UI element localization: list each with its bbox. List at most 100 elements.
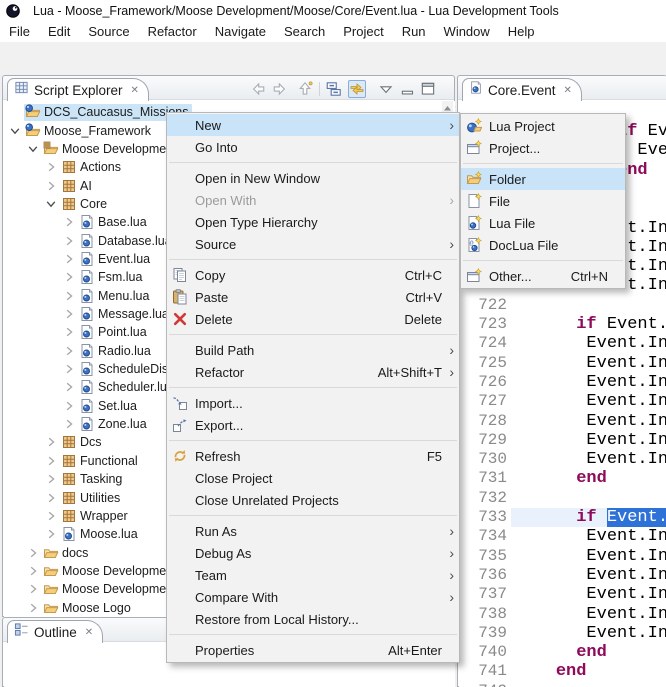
chevron-right-icon[interactable] <box>45 510 60 522</box>
tree-item-core[interactable]: Core <box>45 195 110 213</box>
tree-item-functional[interactable]: Functional <box>45 452 141 470</box>
chevron-right-icon[interactable] <box>45 492 60 504</box>
tab-core-event[interactable]: Core.Event ✕ <box>462 78 582 101</box>
chevron-right-icon[interactable] <box>27 565 42 577</box>
up-icon[interactable] <box>296 80 314 98</box>
menu-item-run-as[interactable]: Run As› <box>167 520 459 542</box>
tree-item-dcs-caucasus-missions[interactable]: DCS_Caucasus_Missions <box>9 103 192 121</box>
tree-item-database-lua[interactable]: Database.lua <box>63 231 175 249</box>
tree-item-message-lua[interactable]: Message.lua <box>63 305 172 323</box>
close-icon[interactable]: ✕ <box>85 627 93 638</box>
menubar-item-run[interactable]: Run <box>393 22 435 42</box>
menu-item-debug-as[interactable]: Debug As› <box>167 542 459 564</box>
chevron-down-icon[interactable] <box>27 143 42 155</box>
tree-item-moose-developme[interactable]: Moose Developme <box>27 562 169 580</box>
chevron-right-icon[interactable] <box>45 180 60 192</box>
menubar-item-refactor[interactable]: Refactor <box>139 22 206 42</box>
forward-arrow-icon[interactable] <box>272 80 290 98</box>
tree-item-utilities[interactable]: Utilities <box>45 488 123 506</box>
menubar-item-search[interactable]: Search <box>275 22 334 42</box>
menu-item-build-path[interactable]: Build Path› <box>167 339 459 361</box>
tree-item-base-lua[interactable]: Base.lua <box>63 213 150 231</box>
tree-item-fsm-lua[interactable]: Fsm.lua <box>63 268 145 286</box>
tree-item-radio-lua[interactable]: Radio.lua <box>63 342 154 360</box>
menubar-item-source[interactable]: Source <box>79 22 138 42</box>
chevron-right-icon[interactable] <box>63 326 78 338</box>
chevron-right-icon[interactable] <box>63 253 78 265</box>
menubar-item-project[interactable]: Project <box>334 22 392 42</box>
menu-item-team[interactable]: Team› <box>167 564 459 586</box>
chevron-right-icon[interactable] <box>63 345 78 357</box>
tree-item-moose-development[interactable]: Moose Development <box>27 140 180 158</box>
menubar-item-help[interactable]: Help <box>499 22 544 42</box>
back-arrow-icon[interactable] <box>248 80 266 98</box>
tab-script-explorer[interactable]: Script Explorer ✕ <box>7 78 149 101</box>
tree-item-dcs[interactable]: Dcs <box>45 433 105 451</box>
chevron-right-icon[interactable] <box>45 455 60 467</box>
menu-item-doclua-file[interactable]: @DocLua File <box>461 234 625 256</box>
tree-item-tasking[interactable]: Tasking <box>45 470 125 488</box>
menu-item-refactor[interactable]: RefactorAlt+Shift+T› <box>167 361 459 383</box>
minimize-icon[interactable] <box>399 80 417 98</box>
menu-item-paste[interactable]: PasteCtrl+V <box>167 286 459 308</box>
menu-item-delete[interactable]: DeleteDelete <box>167 308 459 330</box>
chevron-right-icon[interactable] <box>63 418 78 430</box>
tree-item-actions[interactable]: Actions <box>45 158 124 176</box>
menu-item-folder[interactable]: Folder <box>461 168 625 190</box>
menu-item-new[interactable]: New› <box>167 114 459 136</box>
link-with-editor-icon[interactable] <box>348 80 366 98</box>
tree-item-ai[interactable]: AI <box>45 176 95 194</box>
tree-item-zone-lua[interactable]: Zone.lua <box>63 415 150 433</box>
chevron-right-icon[interactable] <box>45 473 60 485</box>
chevron-right-icon[interactable] <box>27 602 42 614</box>
menu-item-open-with[interactable]: Open With› <box>167 189 459 211</box>
menu-item-copy[interactable]: CopyCtrl+C <box>167 264 459 286</box>
chevron-right-icon[interactable] <box>45 528 60 540</box>
tree-item-moose-logo[interactable]: Moose Logo <box>27 598 134 616</box>
menu-item-refresh[interactable]: RefreshF5 <box>167 445 459 467</box>
close-icon[interactable]: ✕ <box>564 85 572 96</box>
tree-item-scheduler-lua[interactable]: Scheduler.lua <box>63 378 177 396</box>
chevron-right-icon[interactable] <box>63 381 78 393</box>
chevron-right-icon[interactable] <box>63 290 78 302</box>
tree-item-moose-lua[interactable]: Moose.lua <box>45 525 141 543</box>
menu-item-lua-file[interactable]: Lua File <box>461 212 625 234</box>
chevron-right-icon[interactable] <box>63 271 78 283</box>
menu-item-close-project[interactable]: Close Project <box>167 467 459 489</box>
menu-item-other[interactable]: Other...Ctrl+N <box>461 265 625 287</box>
chevron-right-icon[interactable] <box>45 436 60 448</box>
tree-item-menu-lua[interactable]: Menu.lua <box>63 287 152 305</box>
menu-item-lua-project[interactable]: Lua Project <box>461 115 625 137</box>
chevron-right-icon[interactable] <box>63 216 78 228</box>
chevron-right-icon[interactable] <box>45 161 60 173</box>
menubar-item-window[interactable]: Window <box>435 22 499 42</box>
collapse-all-icon[interactable] <box>325 80 343 98</box>
chevron-right-icon[interactable] <box>63 308 78 320</box>
chevron-right-icon[interactable] <box>63 400 78 412</box>
menu-item-open-in-new-window[interactable]: Open in New Window <box>167 167 459 189</box>
tree-item-moose-framework[interactable]: Moose_Framework <box>9 121 154 139</box>
tree-item-wrapper[interactable]: Wrapper <box>45 507 131 525</box>
menu-item-file[interactable]: File <box>461 190 625 212</box>
maximize-icon[interactable] <box>419 80 437 98</box>
menu-item-restore-from-local-history[interactable]: Restore from Local History... <box>167 608 459 630</box>
menu-item-open-type-hierarchy[interactable]: Open Type Hierarchy <box>167 211 459 233</box>
chevron-right-icon[interactable] <box>27 583 42 595</box>
menu-item-compare-with[interactable]: Compare With› <box>167 586 459 608</box>
menu-item-properties[interactable]: PropertiesAlt+Enter <box>167 639 459 661</box>
chevron-right-icon[interactable] <box>27 547 42 559</box>
tree-item-event-lua[interactable]: Event.lua <box>63 250 153 268</box>
chevron-down-icon[interactable] <box>9 125 24 137</box>
menubar-item-file[interactable]: File <box>0 22 39 42</box>
tree-item-set-lua[interactable]: Set.lua <box>63 397 140 415</box>
tab-outline[interactable]: Outline ✕ <box>7 620 103 643</box>
tree-item-docs[interactable]: docs <box>27 543 91 561</box>
menu-item-go-into[interactable]: Go Into <box>167 136 459 158</box>
view-menu-icon[interactable] <box>377 80 395 98</box>
tree-item-point-lua[interactable]: Point.lua <box>63 323 150 341</box>
menu-item-source[interactable]: Source› <box>167 233 459 255</box>
tree-item-moose-developme[interactable]: Moose Developme <box>27 580 169 598</box>
close-icon[interactable]: ✕ <box>131 85 139 96</box>
menu-item-close-unrelated-projects[interactable]: Close Unrelated Projects <box>167 489 459 511</box>
menu-item-export[interactable]: Export... <box>167 414 459 436</box>
